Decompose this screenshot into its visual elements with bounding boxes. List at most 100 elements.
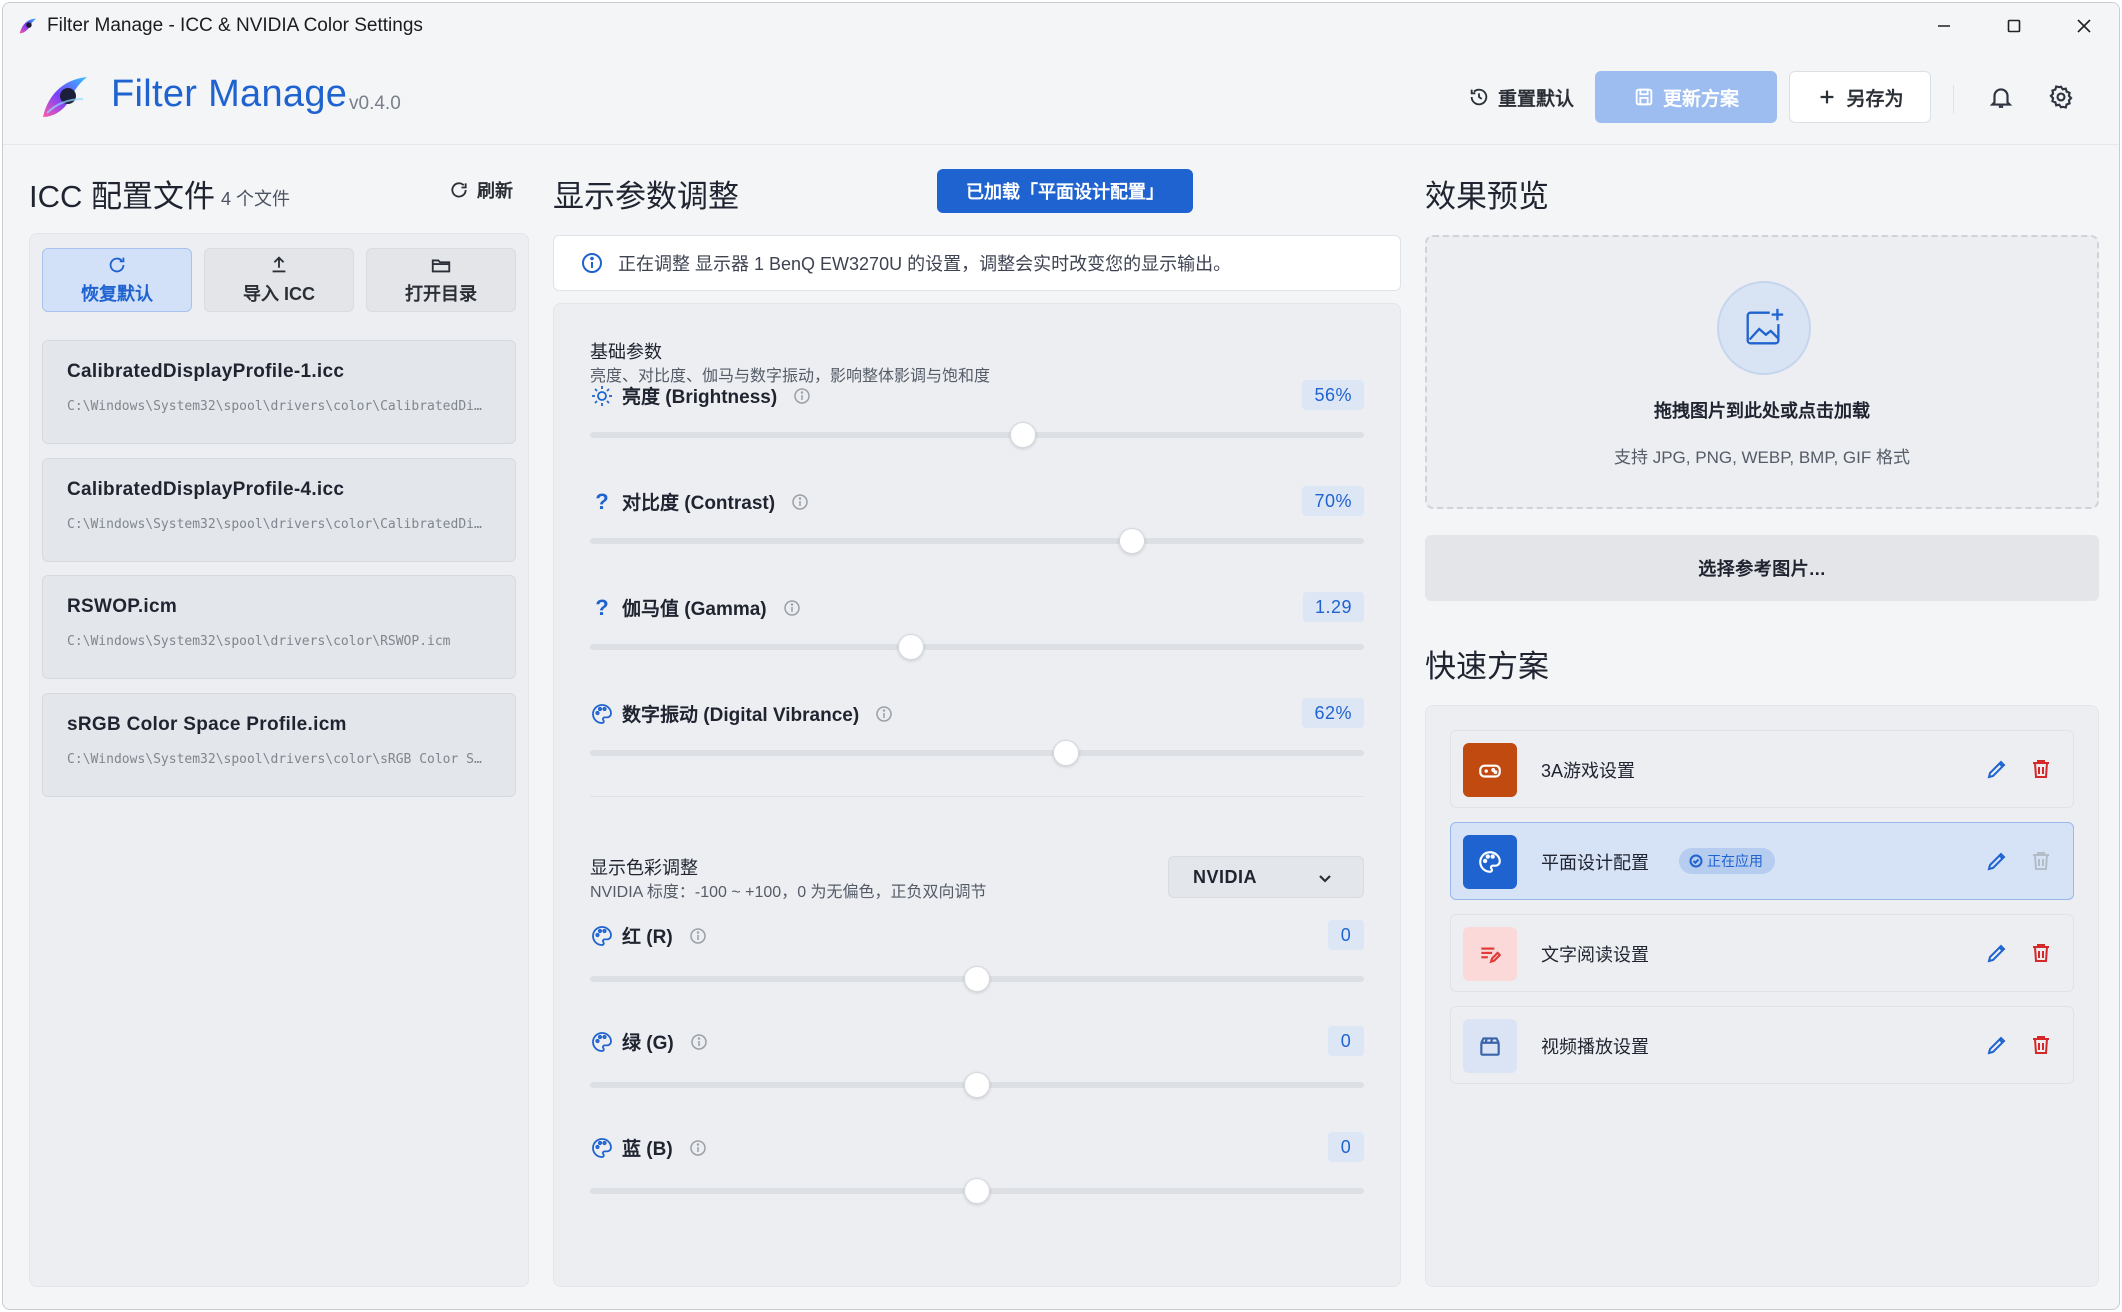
sun-icon	[590, 384, 614, 408]
settings-button[interactable]	[2043, 79, 2079, 115]
red-value: 0	[1328, 920, 1364, 950]
import-icc-label: 导入 ICC	[243, 284, 315, 304]
open-directory-label: 打开目录	[405, 284, 477, 304]
restore-default-label: 恢复默认	[81, 284, 153, 304]
display-section-title: 显示参数调整	[553, 179, 739, 214]
refresh-button[interactable]: 刷新	[449, 177, 513, 203]
vibrance-slider[interactable]	[590, 740, 1364, 766]
gear-icon	[2049, 85, 2073, 109]
check-circle-icon	[1689, 854, 1703, 868]
slider-thumb[interactable]	[1118, 528, 1145, 554]
dropzone-subtitle: 支持 JPG, PNG, WEBP, BMP, GIF 格式	[1614, 448, 1910, 467]
delete-button[interactable]	[2029, 941, 2055, 967]
info-small-icon[interactable]	[783, 599, 801, 617]
reset-default-button[interactable]: 重置默认	[1443, 71, 1599, 123]
edit-button[interactable]	[1985, 849, 2011, 875]
icc-profile-path: C:\Windows\System32\spool\drivers\color\…	[67, 752, 487, 767]
display-params-panel: 基础参数 亮度、对比度、伽马与数字振动，影响整体影调与饱和度 亮度 (Brigh…	[553, 303, 1401, 1287]
gamma-row: ? 伽马值 (Gamma) 1.29	[590, 592, 1364, 622]
info-small-icon[interactable]	[791, 493, 809, 511]
quick-plans-panel: 3A游戏设置 平面设计配置 正在应用 文字阅读设置 视频播放设置	[1425, 705, 2099, 1287]
open-directory-button[interactable]: 打开目录	[366, 248, 516, 312]
slider-thumb[interactable]	[1010, 422, 1037, 448]
slider-thumb[interactable]	[964, 1072, 990, 1098]
info-small-icon[interactable]	[689, 1139, 707, 1157]
green-row: 绿 (G) 0	[590, 1026, 1364, 1056]
pencil-icon	[1987, 852, 2006, 871]
icc-profile-name: sRGB Color Space Profile.icm	[67, 714, 347, 735]
reset-default-label: 重置默认	[1497, 88, 1574, 110]
contrast-value: 70%	[1302, 486, 1364, 516]
gamma-slider[interactable]	[590, 634, 1364, 660]
upload-icon	[272, 256, 286, 273]
preview-section-title: 效果预览	[1425, 179, 1549, 214]
slider-track	[590, 432, 1364, 438]
refresh-icon	[451, 182, 467, 198]
icc-section-title: ICC 配置文件	[29, 179, 215, 214]
maximize-button[interactable]	[1979, 3, 2049, 49]
info-small-icon[interactable]	[875, 705, 893, 723]
quick-plan-name: 平面设计配置	[1541, 853, 1649, 873]
image-dropzone[interactable]: 拖拽图片到此处或点击加载 支持 JPG, PNG, WEBP, BMP, GIF…	[1425, 235, 2099, 509]
edit-button[interactable]	[1985, 757, 2011, 783]
window-title: Filter Manage - ICC & NVIDIA Color Setti…	[47, 15, 423, 36]
green-slider[interactable]	[590, 1072, 1364, 1098]
app-logo-icon	[19, 18, 37, 34]
maximize-icon	[2007, 19, 2021, 33]
app-version: v0.4.0	[349, 93, 401, 114]
red-label: 红 (R)	[622, 927, 673, 948]
icc-profile-item[interactable]: sRGB Color Space Profile.icm C:\Windows\…	[42, 693, 516, 797]
red-row: 红 (R) 0	[590, 920, 1364, 950]
brand-name: Filter Manage	[111, 73, 348, 115]
icc-profile-item[interactable]: RSWOP.icm C:\Windows\System32\spool\driv…	[42, 575, 516, 679]
section-divider	[590, 796, 1364, 797]
close-button[interactable]	[2049, 3, 2119, 49]
quick-plan-name: 视频播放设置	[1541, 1037, 1649, 1057]
choose-reference-image-button[interactable]: 选择参考图片...	[1425, 535, 2099, 601]
gamepad-icon	[1463, 743, 1517, 797]
brand-logo-icon	[43, 77, 87, 117]
notification-button[interactable]	[1983, 79, 2019, 115]
vibrance-label: 数字振动 (Digital Vibrance)	[622, 705, 860, 726]
slider-thumb[interactable]	[1053, 740, 1079, 766]
plus-icon	[1821, 90, 1834, 104]
save-as-button[interactable]: 另存为	[1789, 71, 1931, 123]
blue-slider[interactable]	[590, 1178, 1364, 1204]
minimize-button[interactable]	[1909, 3, 1979, 49]
icc-profile-item[interactable]: CalibratedDisplayProfile-4.icc C:\Window…	[42, 458, 516, 562]
quick-plan-item-active[interactable]: 平面设计配置 正在应用	[1450, 822, 2074, 900]
palette-icon	[590, 1030, 614, 1054]
info-small-icon[interactable]	[690, 1033, 708, 1051]
info-small-icon[interactable]	[689, 927, 707, 945]
delete-button[interactable]	[2029, 1033, 2055, 1059]
update-plan-button[interactable]: 更新方案	[1595, 71, 1777, 123]
trash-icon	[2033, 760, 2049, 778]
slider-thumb[interactable]	[898, 634, 925, 660]
quick-plan-item[interactable]: 视频播放设置	[1450, 1006, 2074, 1084]
gamma-label: 伽马值 (Gamma)	[622, 599, 767, 620]
brightness-slider[interactable]	[590, 422, 1364, 448]
icc-profile-path: C:\Windows\System32\spool\drivers\color\…	[67, 399, 487, 414]
icc-profile-item[interactable]: CalibratedDisplayProfile-1.icc C:\Window…	[42, 340, 516, 444]
color-mode-select[interactable]: NVIDIA	[1168, 856, 1364, 898]
import-icc-button[interactable]: 导入 ICC	[204, 248, 354, 312]
slider-track	[590, 538, 1364, 544]
pencil-icon	[1987, 944, 2006, 963]
quick-plan-item[interactable]: 文字阅读设置	[1450, 914, 2074, 992]
slider-thumb[interactable]	[964, 966, 990, 992]
app-window: Filter Manage - ICC & NVIDIA Color Setti…	[2, 2, 2120, 1310]
trash-icon	[2033, 1036, 2049, 1054]
red-slider[interactable]	[590, 966, 1364, 992]
quick-plan-item[interactable]: 3A游戏设置	[1450, 730, 2074, 808]
restore-default-button[interactable]: 恢复默认	[42, 248, 192, 312]
save-as-label: 另存为	[1846, 88, 1904, 110]
minimize-icon	[1938, 25, 1950, 27]
delete-button[interactable]	[2029, 757, 2055, 783]
info-small-icon[interactable]	[793, 387, 811, 405]
blue-row: 蓝 (B) 0	[590, 1132, 1364, 1162]
contrast-slider[interactable]	[590, 528, 1364, 554]
slider-thumb[interactable]	[964, 1178, 990, 1204]
edit-button[interactable]	[1985, 1033, 2011, 1059]
edit-button[interactable]	[1985, 941, 2011, 967]
blue-value: 0	[1328, 1132, 1364, 1162]
